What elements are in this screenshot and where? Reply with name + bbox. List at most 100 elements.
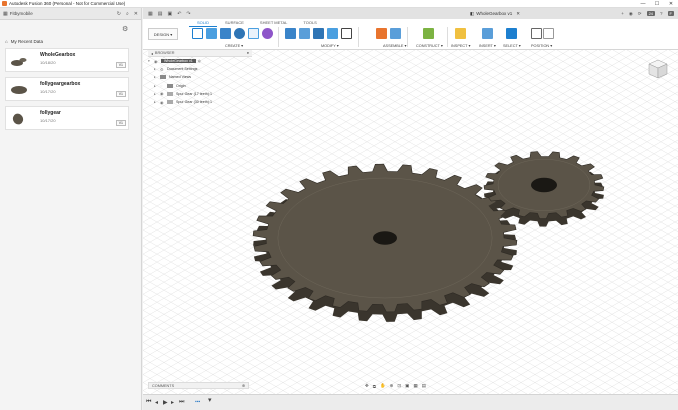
tree-item[interactable]: ▸ ◉ Spur Gear (17 teeth):1	[148, 90, 252, 98]
comments-panel[interactable]: COMMENTS ⊕	[148, 382, 249, 389]
close-panel-icon[interactable]: ✕	[134, 11, 138, 17]
pan-icon[interactable]: ✋	[380, 383, 386, 389]
insert-menu[interactable]: INSERT ▾	[479, 43, 496, 48]
measure-icon[interactable]	[455, 28, 466, 39]
move-icon[interactable]	[341, 28, 352, 39]
file-card[interactable]: follygeargearbox 10/17/20 V1	[5, 77, 129, 101]
tree-item-label: Named Views	[169, 75, 192, 80]
modify-menu[interactable]: MODIFY ▾	[321, 43, 339, 48]
save-icon[interactable]: ▣	[167, 11, 172, 17]
shell-icon[interactable]	[313, 28, 324, 39]
display-settings-icon[interactable]: ▣	[405, 383, 409, 389]
maximize-button[interactable]: ☐	[650, 0, 664, 8]
fillet-icon[interactable]	[299, 28, 310, 39]
select-icon[interactable]	[506, 28, 517, 39]
orbit-icon[interactable]: ✥	[365, 383, 369, 389]
file-menu-icon[interactable]: ▤	[158, 11, 163, 17]
refresh-icon[interactable]: ↻	[117, 11, 121, 17]
app-grid-icon[interactable]: ▦	[148, 11, 153, 17]
insert-image-icon[interactable]	[482, 28, 493, 39]
view-cube[interactable]	[647, 58, 669, 80]
go-to-start-icon[interactable]: ⏮	[146, 399, 151, 406]
tab-sheet-metal[interactable]: SHEET METAL	[252, 19, 295, 27]
play-icon[interactable]: ▶	[163, 399, 168, 406]
grid-line	[584, 340, 678, 394]
job-status-icon[interactable]: ⟳	[638, 11, 642, 17]
radio-icon[interactable]: ◎	[198, 59, 201, 63]
revolve-icon[interactable]	[234, 28, 245, 39]
file-card[interactable]: follygear 10/17/20 V1	[5, 106, 129, 130]
tree-item[interactable]: ▸ ◌ Origin	[148, 82, 252, 90]
fit-icon[interactable]: ⊡	[397, 383, 401, 389]
tree-root[interactable]: ▾ ◉ WholeGearbox v1 ◎	[148, 57, 252, 65]
visibility-icon[interactable]: ◌	[160, 83, 167, 88]
go-to-end-icon[interactable]: ⏭	[179, 399, 184, 406]
pattern-icon[interactable]	[248, 28, 259, 39]
extrude-icon[interactable]	[220, 28, 231, 39]
notification-count[interactable]: 24	[646, 11, 656, 16]
close-button[interactable]: ✕	[664, 0, 678, 8]
tab-surface[interactable]: SURFACE	[217, 19, 252, 27]
new-component-icon[interactable]	[192, 28, 203, 39]
assemble-menu[interactable]: ASSEMBLE ▾	[383, 43, 406, 48]
tab-bar: ▦ ▤ ▣ ↶ ↷ ◧ WholeGearbox v1 ✕ + ◉ ⟳ 24 ?…	[143, 8, 678, 19]
user-avatar[interactable]: F	[667, 11, 674, 16]
pin-icon[interactable]: ●	[247, 51, 249, 55]
comments-label: COMMENTS	[152, 383, 175, 388]
grid-settings-icon[interactable]: ▦	[413, 383, 417, 389]
press-pull-icon[interactable]	[285, 28, 296, 39]
settings-gear-icon[interactable]: ⚙	[122, 25, 128, 33]
minimize-button[interactable]: —	[636, 0, 650, 8]
tree-item[interactable]: ▸ Named Views	[148, 73, 252, 81]
add-comment-icon[interactable]: ⊕	[242, 383, 245, 388]
create-menu[interactable]: CREATE ▾	[225, 43, 243, 48]
version-dropdown[interactable]: V1	[115, 91, 126, 97]
sketch-icon[interactable]	[206, 28, 217, 39]
visibility-icon[interactable]: ◉	[154, 59, 161, 64]
construct-menu[interactable]: CONSTRUCT ▾	[416, 43, 443, 48]
timeline-feature-icon[interactable]: ▪▪▪	[195, 399, 200, 405]
help-icon[interactable]: ?	[660, 11, 663, 16]
close-tab-icon[interactable]: ✕	[516, 11, 520, 17]
inspect-menu[interactable]: INSPECT ▾	[451, 43, 470, 48]
plane-icon[interactable]	[423, 28, 434, 39]
tree-item[interactable]: ▸ ⚙ Document Settings	[148, 65, 252, 73]
position-icon[interactable]	[531, 28, 542, 39]
project-breadcrumb[interactable]: ⌂ My Recent Data	[5, 39, 43, 44]
undo-icon[interactable]: ↶	[177, 11, 181, 17]
combine-icon[interactable]	[327, 28, 338, 39]
search-icon[interactable]: ⌕	[126, 11, 129, 17]
grid-icon[interactable]: ▦	[3, 11, 8, 17]
redo-icon[interactable]: ↷	[186, 11, 190, 17]
look-at-icon[interactable]: ⧉	[373, 384, 376, 389]
step-forward-icon[interactable]: ▸	[171, 399, 174, 406]
file-date: 10/17/20	[40, 89, 56, 94]
version-dropdown[interactable]: V1	[115, 120, 126, 126]
visibility-icon[interactable]: ◉	[160, 100, 167, 105]
grid-line	[612, 356, 678, 394]
position-menu[interactable]: POSITION ▾	[531, 43, 552, 48]
workspace-switcher[interactable]: DESIGN ▾	[148, 28, 178, 40]
collapse-icon[interactable]: ◂	[151, 51, 153, 56]
capture-position-icon[interactable]	[543, 28, 554, 39]
version-dropdown[interactable]: V1	[115, 62, 126, 68]
tab-solid[interactable]: SOLID	[189, 19, 218, 27]
tree-item[interactable]: ▸ ◉ Spur Gear (30 teeth):1	[148, 98, 252, 106]
account-name[interactable]: Fitbymobile	[10, 11, 33, 16]
grid-line	[668, 50, 678, 56]
step-back-icon[interactable]: ◂	[155, 399, 158, 406]
select-menu[interactable]: SELECT ▾	[503, 43, 521, 48]
visibility-icon[interactable]: ◉	[160, 91, 167, 96]
timeline-marker-icon[interactable]: ▾	[208, 396, 212, 404]
joint-icon[interactable]	[390, 28, 401, 39]
document-tab[interactable]: ◧ WholeGearbox v1 ✕	[395, 8, 595, 19]
form-icon[interactable]	[262, 28, 273, 39]
zoom-icon[interactable]: ⊕	[390, 383, 394, 389]
file-card[interactable]: WholeGearbox 10/18/20 V1	[5, 48, 129, 72]
new-component-assemble-icon[interactable]	[376, 28, 387, 39]
divider	[278, 27, 279, 47]
new-tab-icon[interactable]: +	[621, 11, 624, 16]
viewports-icon[interactable]: ▤	[422, 383, 426, 389]
extensions-icon[interactable]: ◉	[629, 11, 633, 17]
tab-tools[interactable]: TOOLS	[295, 19, 325, 27]
